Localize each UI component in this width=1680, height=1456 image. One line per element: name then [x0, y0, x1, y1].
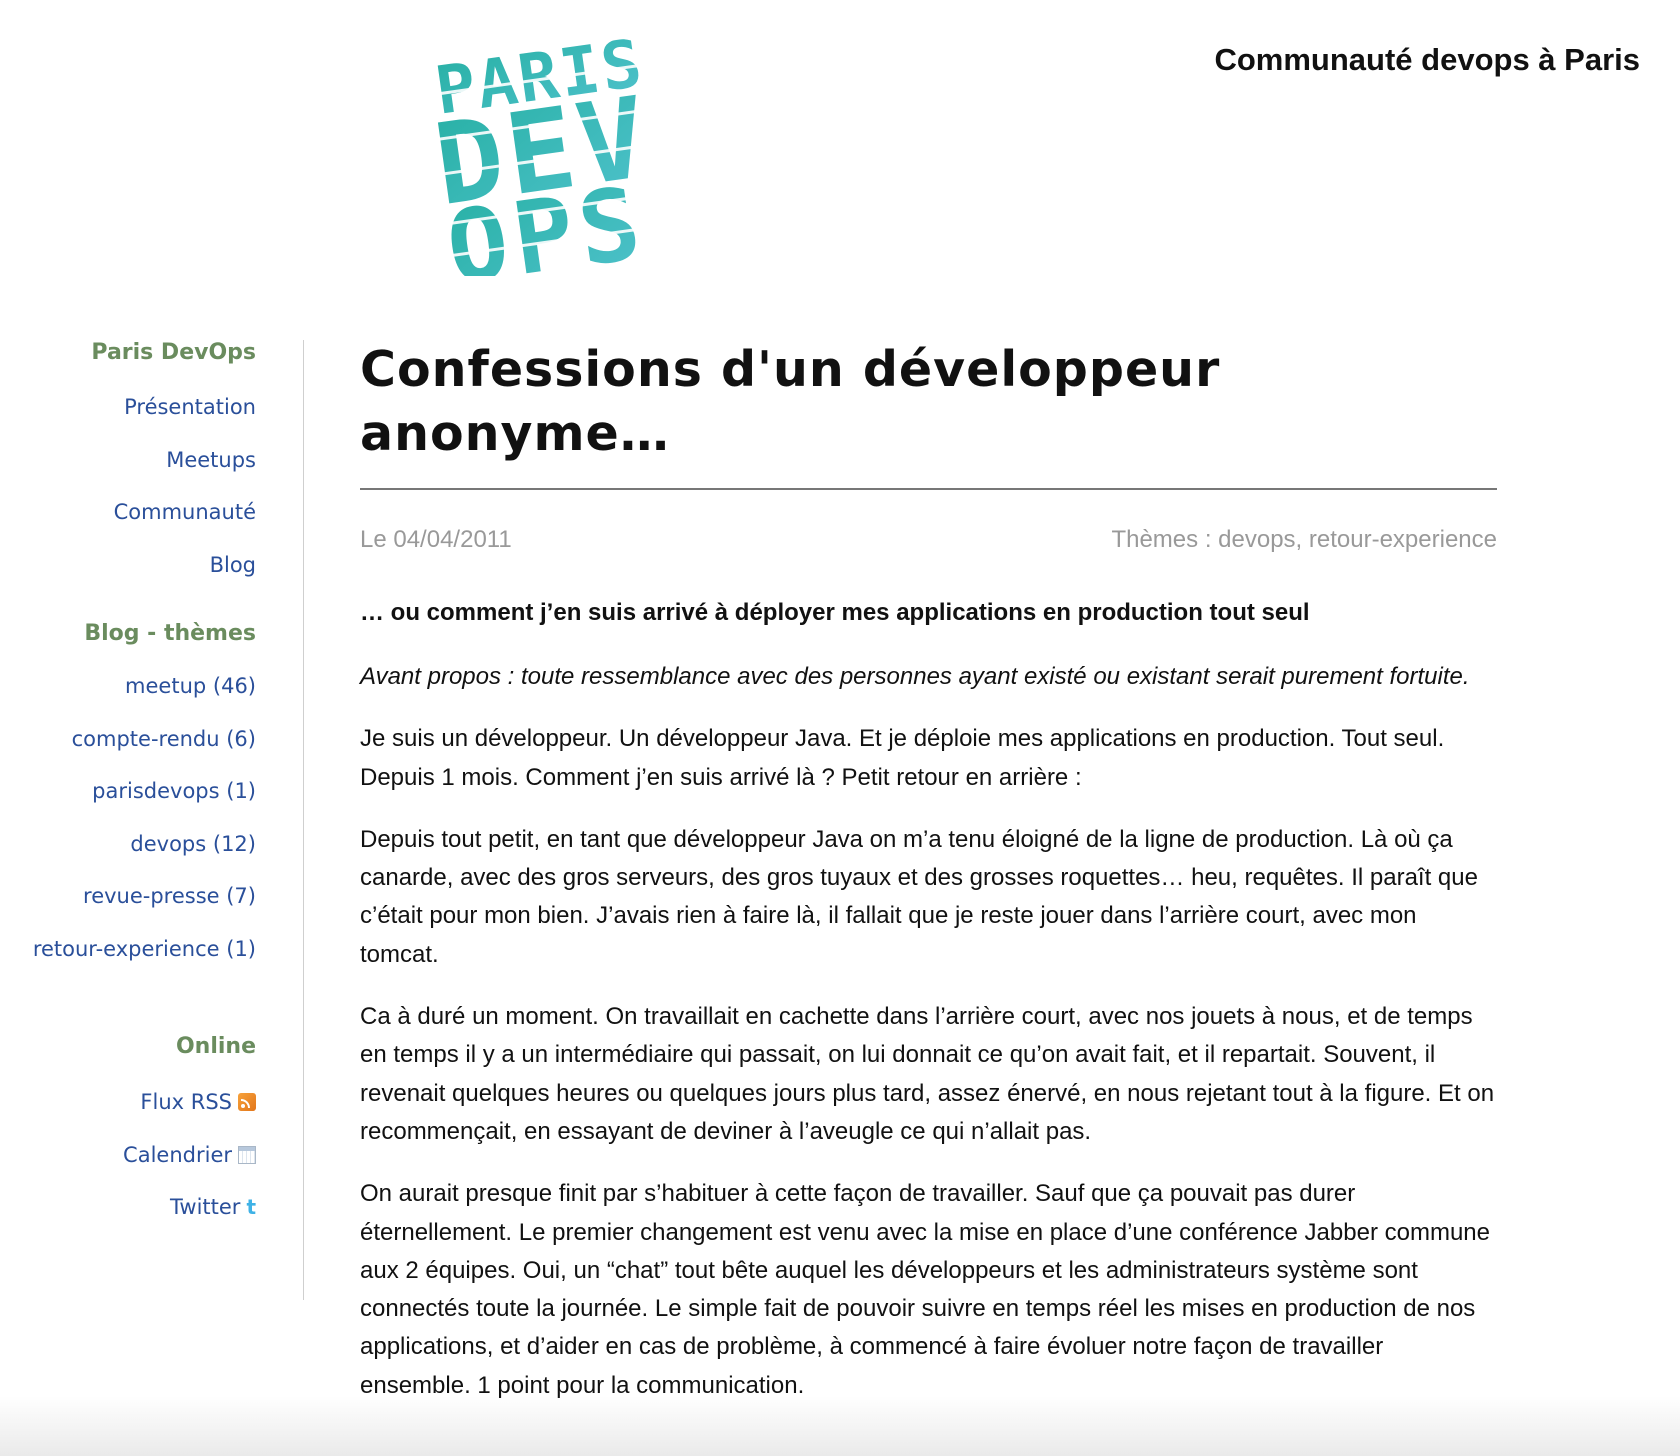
calendar-label: Calendrier: [123, 1142, 232, 1167]
sidebar-link-blog[interactable]: Blog: [210, 553, 256, 577]
site-logo[interactable]: PARIS DEV OPS: [392, 16, 757, 307]
sidebar-list: Flux RSS Calendrier Twitter t: [0, 1076, 256, 1234]
title-divider: [360, 488, 1497, 490]
twitter-link[interactable]: Twitter t: [170, 1195, 256, 1219]
sidebar-list: meetup (46) compte-rendu (6) parisdevops…: [0, 660, 256, 975]
sidebar-item-theme: meetup (46): [0, 660, 256, 713]
sidebar-item-theme: parisdevops (1): [0, 765, 256, 818]
post-paragraph-foreword: Avant propos : toute ressemblance avec d…: [360, 663, 1470, 690]
theme-tag-retour-experience[interactable]: retour-experience: [1309, 526, 1497, 553]
rss-icon: [238, 1093, 256, 1111]
sidebar-item-presentation: Présentation: [0, 381, 256, 434]
sidebar-divider: [303, 340, 304, 1300]
post-title: Confessions d'un développeur anonyme…: [360, 338, 1497, 466]
sidebar-section-online: Online Flux RSS Calendrier Twitter t: [0, 1032, 256, 1234]
sidebar-item-meetups: Meetups: [0, 434, 256, 487]
post-meta: Le 04/04/2011 Thèmes : devops, retour-ex…: [360, 526, 1497, 554]
paris-devops-logo: PARIS DEV OPS: [392, 21, 757, 307]
sidebar-item-theme: retour-experience (1): [0, 923, 256, 976]
post-title-line-1: Confessions d'un développeur: [360, 341, 1221, 398]
post-themes: Thèmes : devops, retour-experience: [1111, 526, 1497, 554]
sidebar-item-theme: devops (12): [0, 818, 256, 871]
sidebar-link-meetups[interactable]: Meetups: [166, 448, 256, 472]
twitter-icon: t: [246, 1195, 256, 1219]
theme-link-retour-experience[interactable]: retour-experience (1): [33, 937, 256, 961]
theme-tag-devops[interactable]: devops: [1218, 526, 1295, 553]
theme-link-parisdevops[interactable]: parisdevops (1): [92, 779, 256, 803]
sidebar-item-calendar: Calendrier: [0, 1129, 256, 1182]
sidebar-heading: Paris DevOps: [91, 340, 256, 365]
sidebar-item-theme: compte-rendu (6): [0, 713, 256, 766]
post-lead: … ou comment j’en suis arrivé à déployer…: [360, 599, 1310, 626]
post-title-line-2: anonyme…: [360, 405, 670, 462]
post-paragraph: Ca à duré un moment. On travaillait en c…: [360, 1003, 1495, 1145]
rss-feed-label: Flux RSS: [140, 1090, 232, 1114]
sidebar: Paris DevOps Présentation Meetups Commun…: [0, 338, 256, 1234]
themes-prefix: Thèmes :: [1111, 526, 1219, 553]
post-paragraph: On aurait presque finit par s’habituer à…: [360, 1180, 1490, 1399]
theme-link-meetup[interactable]: meetup (46): [125, 674, 256, 698]
sidebar-item-communaute: Communauté: [0, 486, 256, 539]
sidebar-item-blog: Blog: [0, 539, 256, 592]
twitter-label: Twitter: [170, 1195, 241, 1219]
rss-feed-link[interactable]: Flux RSS: [140, 1090, 256, 1114]
site-tagline: Communauté devops à Paris: [1214, 42, 1640, 77]
theme-link-revue-presse[interactable]: revue-presse (7): [83, 884, 256, 908]
sidebar-heading: Online: [175, 1034, 256, 1059]
sidebar-section-blog-themes: Blog - thèmes meetup (46) compte-rendu (…: [0, 619, 256, 975]
sidebar-item-twitter: Twitter t: [0, 1181, 256, 1234]
sidebar-list: Présentation Meetups Communauté Blog: [0, 381, 256, 591]
sidebar-item-theme: revue-presse (7): [0, 870, 256, 923]
article: Confessions d'un développeur anonyme… Le…: [360, 338, 1497, 1405]
post-date: Le 04/04/2011: [360, 526, 512, 553]
calendar-link[interactable]: Calendrier: [123, 1143, 256, 1167]
sidebar-link-presentation[interactable]: Présentation: [124, 395, 256, 419]
theme-link-devops[interactable]: devops (12): [130, 832, 256, 856]
post-paragraph: Depuis tout petit, en tant que développe…: [360, 825, 1478, 968]
sidebar-section-paris-devops: Paris DevOps Présentation Meetups Commun…: [0, 338, 256, 591]
sidebar-item-rss: Flux RSS: [0, 1076, 256, 1129]
calendar-icon: [238, 1145, 256, 1164]
themes-separator: ,: [1295, 526, 1309, 553]
theme-link-compte-rendu[interactable]: compte-rendu (6): [72, 727, 256, 751]
sidebar-heading: Blog - thèmes: [84, 621, 256, 646]
post-paragraph: Je suis un développeur. Un développeur J…: [360, 725, 1445, 791]
sidebar-link-communaute[interactable]: Communauté: [114, 500, 256, 524]
